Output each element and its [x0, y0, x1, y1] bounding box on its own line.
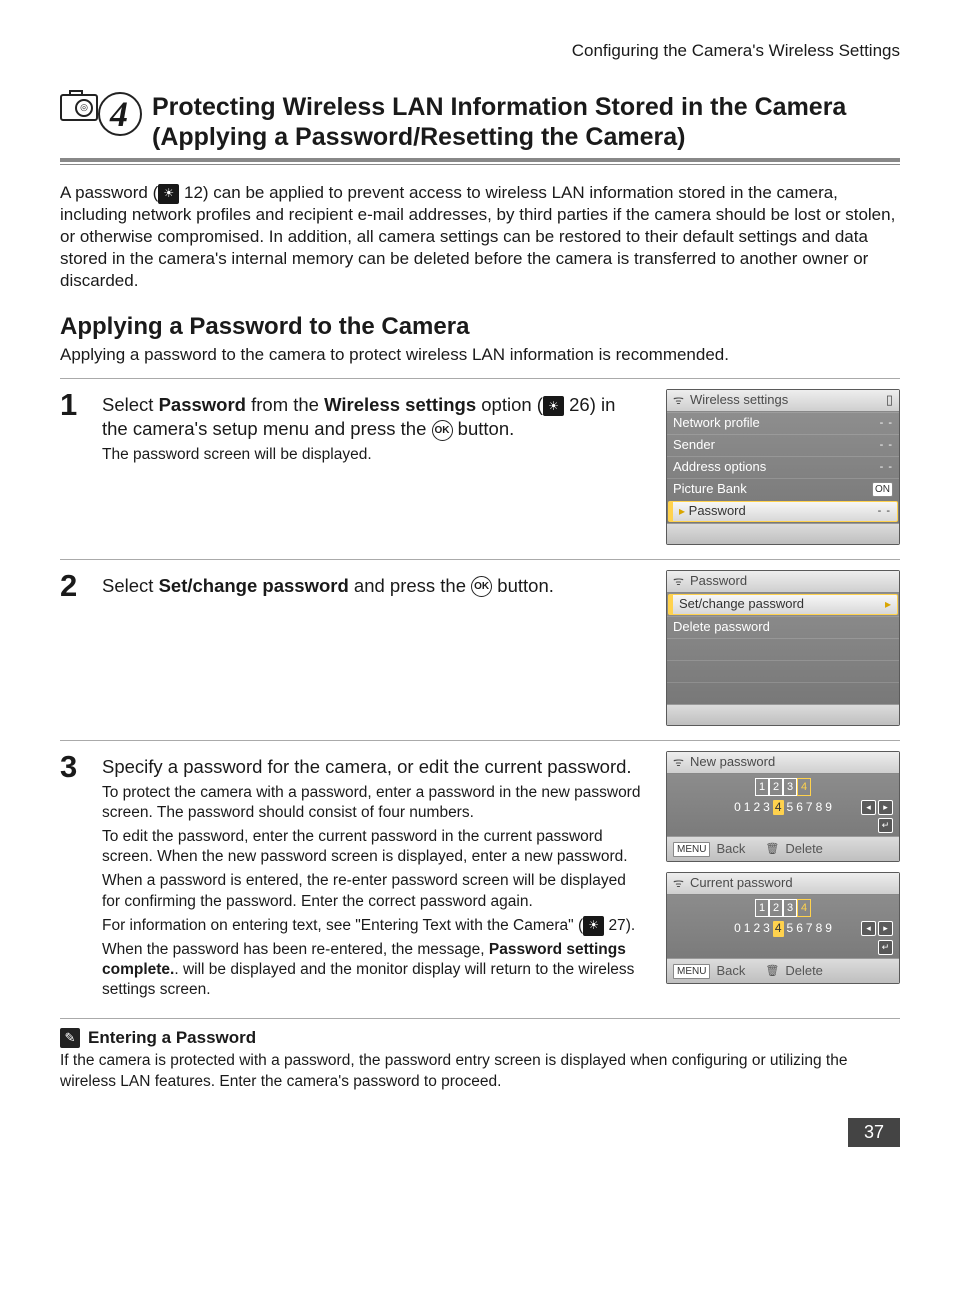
ok-button-icon: OK — [471, 576, 492, 597]
page-number: 37 — [60, 1118, 900, 1147]
step-number: 1 — [60, 389, 90, 545]
pencil-icon: ✎ — [60, 1028, 80, 1048]
subheading: Applying a Password to the Camera — [60, 311, 900, 342]
digit-input-row: 0123456789 ◂▸ — [667, 800, 899, 816]
step-3: 3 Specify a password for the camera, or … — [60, 740, 900, 1019]
enter-icon: ↵ — [878, 818, 893, 833]
password-display: 1234 — [667, 778, 899, 796]
wireless-icon: ᯤ — [673, 755, 684, 771]
section-header: ◎ 4 Protecting Wireless LAN Information … — [60, 92, 900, 152]
right-arrow-icon: ▸ — [878, 800, 893, 815]
screen-wireless-settings: ᯤWireless settings▯ Network profile- - S… — [666, 389, 900, 545]
reference-icon: ☀ — [158, 184, 179, 204]
note-header: ✎ Entering a Password — [60, 1027, 900, 1049]
section-rule — [60, 158, 900, 165]
step-1-subtext: The password screen will be displayed. — [102, 445, 646, 465]
screen-password-menu: ᯤPassword Set/change password▸ Delete pa… — [666, 570, 900, 726]
screen-new-password: ᯤNew password 1234 0123456789 ◂▸ ↵ MENUB… — [666, 751, 900, 863]
section-title-line2: (Applying a Password/Resetting the Camer… — [152, 123, 685, 151]
wireless-icon: ᯤ — [673, 876, 684, 892]
password-display: 1234 — [667, 899, 899, 917]
menu-button-icon: MENU — [673, 842, 710, 857]
reference-icon: ☀ — [583, 916, 604, 936]
battery-icon: ▯ — [886, 392, 893, 409]
step-number: 2 — [60, 570, 90, 726]
camera-icon: ◎ — [60, 94, 98, 121]
step-1: 1 Select Password from the Wireless sett… — [60, 379, 900, 559]
reference-icon: ☀ — [543, 396, 564, 416]
wireless-icon: ᯤ — [673, 574, 684, 590]
section-title: Protecting Wireless LAN Information Stor… — [152, 92, 846, 152]
steps-container: 1 Select Password from the Wireless sett… — [60, 378, 900, 1020]
digit-input-row: 0123456789 ◂▸ — [667, 921, 899, 937]
left-arrow-icon: ◂ — [861, 800, 876, 815]
screen-current-password: ᯤCurrent password 1234 0123456789 ◂▸ ↵ M… — [666, 872, 900, 984]
note-body: If the camera is protected with a passwo… — [60, 1051, 900, 1091]
step-2-instruction: Select Set/change password and press the… — [102, 574, 646, 598]
subheading-description: Applying a password to the camera to pro… — [60, 344, 900, 366]
running-header: Configuring the Camera's Wireless Settin… — [60, 40, 900, 62]
step-3-p2: To edit the password, enter the current … — [102, 827, 646, 867]
trash-icon: 🗑 — [765, 842, 779, 856]
ok-button-icon: OK — [432, 420, 453, 441]
step-number: 3 — [60, 751, 90, 1005]
step-2: 2 Select Set/change password and press t… — [60, 559, 900, 740]
step-3-p4: For information on entering text, see "E… — [102, 916, 646, 936]
left-arrow-icon: ◂ — [861, 921, 876, 936]
enter-icon: ↵ — [878, 940, 893, 955]
intro-paragraph: A password (☀ 12) can be applied to prev… — [60, 182, 900, 292]
right-arrow-icon: ▸ — [878, 921, 893, 936]
chevron-right-icon: ▸ — [885, 597, 891, 613]
selection-arrow-icon: ▸ — [679, 504, 685, 518]
step-1-instruction: Select Password from the Wireless settin… — [102, 393, 646, 441]
step-3-p3: When a password is entered, the re-enter… — [102, 871, 646, 911]
menu-button-icon: MENU — [673, 964, 710, 979]
section-title-line1: Protecting Wireless LAN Information Stor… — [152, 93, 846, 121]
step-3-p1: To protect the camera with a password, e… — [102, 783, 646, 823]
step-3-p5: When the password has been re-entered, t… — [102, 940, 646, 1000]
wireless-icon: ᯤ — [673, 393, 684, 409]
step-3-instruction: Specify a password for the camera, or ed… — [102, 755, 646, 779]
section-number-badge: 4 — [98, 92, 142, 136]
trash-icon: 🗑 — [765, 964, 779, 978]
note-title: Entering a Password — [88, 1027, 256, 1049]
